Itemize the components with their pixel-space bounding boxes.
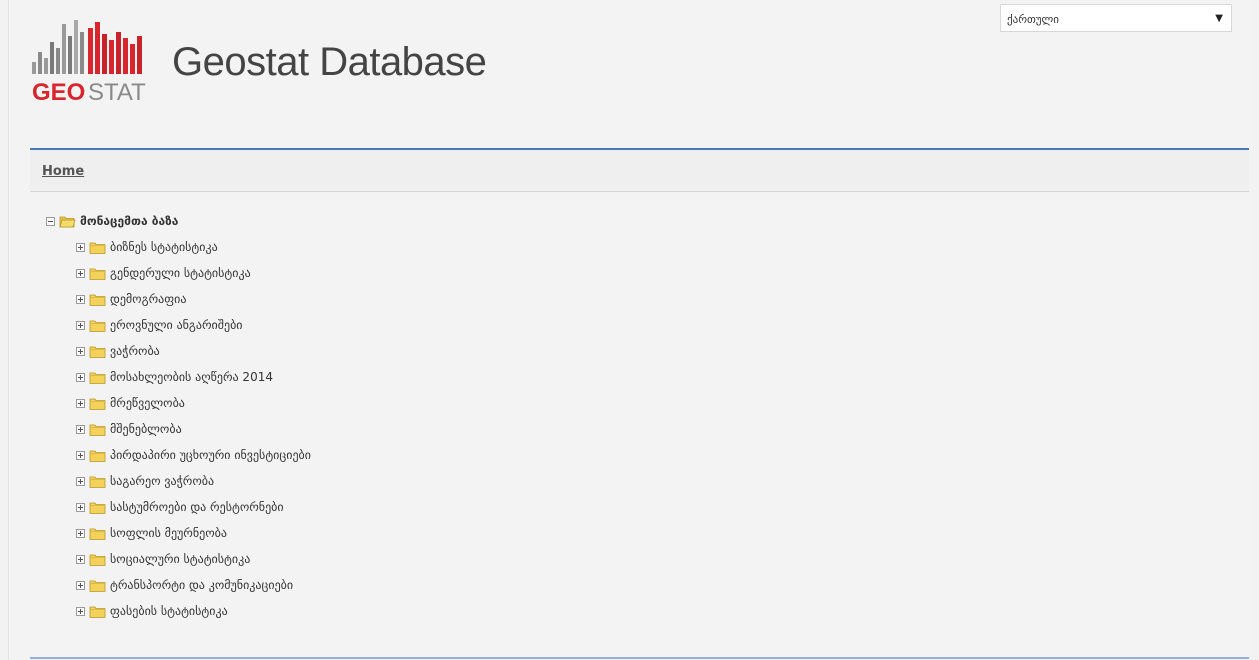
folder-icon <box>89 528 106 540</box>
folder-icon <box>89 580 106 592</box>
expand-icon[interactable] <box>76 268 85 278</box>
tree-item[interactable]: გენდერული სტატისტიკა <box>76 260 311 286</box>
open-folder-icon <box>59 216 76 227</box>
tree-item[interactable]: სასტუმროები და რესტორნები <box>76 494 311 520</box>
tree-item-label: ეროვნული ანგარიშები <box>110 318 243 332</box>
folder-icon <box>89 606 106 618</box>
expand-icon[interactable] <box>76 554 85 564</box>
tree-item-label: მშენებლობა <box>110 422 182 436</box>
expand-icon[interactable] <box>76 242 85 252</box>
folder-icon <box>89 320 106 332</box>
tree-item[interactable]: ბიზნეს სტატისტიკა <box>76 234 311 260</box>
tree-item[interactable]: ტრანსპორტი და კომუნიკაციები <box>76 572 311 598</box>
expand-icon[interactable] <box>76 424 85 434</box>
dropdown-arrow-icon: ▼ <box>1215 13 1223 24</box>
tree-root[interactable]: მონაცემთა ბაზა <box>46 208 311 234</box>
breadcrumb: Home <box>30 148 1249 192</box>
expand-icon[interactable] <box>76 606 85 616</box>
tree-item-label: მრეწველობა <box>110 396 185 410</box>
logo-text-geo: GEO <box>32 79 85 104</box>
tree-item[interactable]: ეროვნული ანგარიშები <box>76 312 311 338</box>
expand-icon[interactable] <box>76 320 85 330</box>
expand-icon[interactable] <box>76 346 85 356</box>
expand-icon[interactable] <box>76 528 85 538</box>
tree-root-label: მონაცემთა ბაზა <box>80 214 179 228</box>
expand-icon[interactable] <box>76 450 85 460</box>
tree-item[interactable]: მშენებლობა <box>76 416 311 442</box>
tree-item-label: სოფლის მეურნეობა <box>110 526 227 540</box>
tree-item-label: ფასების სტატისტიკა <box>110 604 228 618</box>
tree-item-label: ვაჭრობა <box>110 344 160 358</box>
tree-item-label: პირდაპირი უცხოური ინვესტიციები <box>110 448 311 462</box>
tree-item-label: სასტუმროები და რესტორნები <box>110 500 284 514</box>
language-select[interactable]: ქართული ▼ <box>1000 4 1232 32</box>
collapse-icon[interactable] <box>46 216 55 226</box>
app-title: Geostat Database <box>172 40 487 84</box>
tree-item[interactable]: მოსახლეობის აღწერა 2014 <box>76 364 311 390</box>
expand-icon[interactable] <box>76 580 85 590</box>
tree-item[interactable]: საგარეო ვაჭრობა <box>76 468 311 494</box>
folder-icon <box>89 476 106 488</box>
tree-item-label: საგარეო ვაჭრობა <box>110 474 215 488</box>
tree-item[interactable]: სოფლის მეურნეობა <box>76 520 311 546</box>
folder-icon <box>89 372 106 384</box>
tree-item-label: სოციალური სტატისტიკა <box>110 552 251 566</box>
folder-icon <box>89 450 106 462</box>
tree-item[interactable]: სოციალური სტატისტიკა <box>76 546 311 572</box>
expand-icon[interactable] <box>76 476 85 486</box>
folder-icon <box>89 346 106 358</box>
folder-icon <box>89 242 106 254</box>
tree-item-label: გენდერული სტატისტიკა <box>110 266 251 280</box>
tree-item-label: ბიზნეს სტატისტიკა <box>110 240 218 254</box>
folder-icon <box>89 268 106 280</box>
tree-item[interactable]: ვაჭრობა <box>76 338 311 364</box>
tree-item[interactable]: პირდაპირი უცხოური ინვესტიციები <box>76 442 311 468</box>
footer-divider <box>30 657 1249 659</box>
folder-icon <box>89 502 106 514</box>
language-select-value: ქართული <box>1007 13 1059 26</box>
folder-icon <box>89 398 106 410</box>
logo-text-stat: STAT <box>88 79 146 104</box>
folder-icon <box>89 554 106 566</box>
expand-icon[interactable] <box>76 372 85 382</box>
tree-item[interactable]: დემოგრაფია <box>76 286 311 312</box>
folder-icon <box>89 294 106 306</box>
expand-icon[interactable] <box>76 398 85 408</box>
tree-item[interactable]: ფასების სტატისტიკა <box>76 598 311 624</box>
geostat-logo[interactable]: GEO STAT <box>30 18 152 104</box>
tree-item-label: მოსახლეობის აღწერა 2014 <box>110 370 273 384</box>
tree-item-label: დემოგრაფია <box>110 292 187 306</box>
folder-icon <box>89 424 106 436</box>
tree-item-label: ტრანსპორტი და კომუნიკაციები <box>110 578 294 592</box>
database-tree: მონაცემთა ბაზა ბიზნეს სტატისტიკა გენდერულ… <box>46 208 311 624</box>
expand-icon[interactable] <box>76 502 85 512</box>
tree-item[interactable]: მრეწველობა <box>76 390 311 416</box>
breadcrumb-home-link[interactable]: Home <box>42 164 84 179</box>
expand-icon[interactable] <box>76 294 85 304</box>
